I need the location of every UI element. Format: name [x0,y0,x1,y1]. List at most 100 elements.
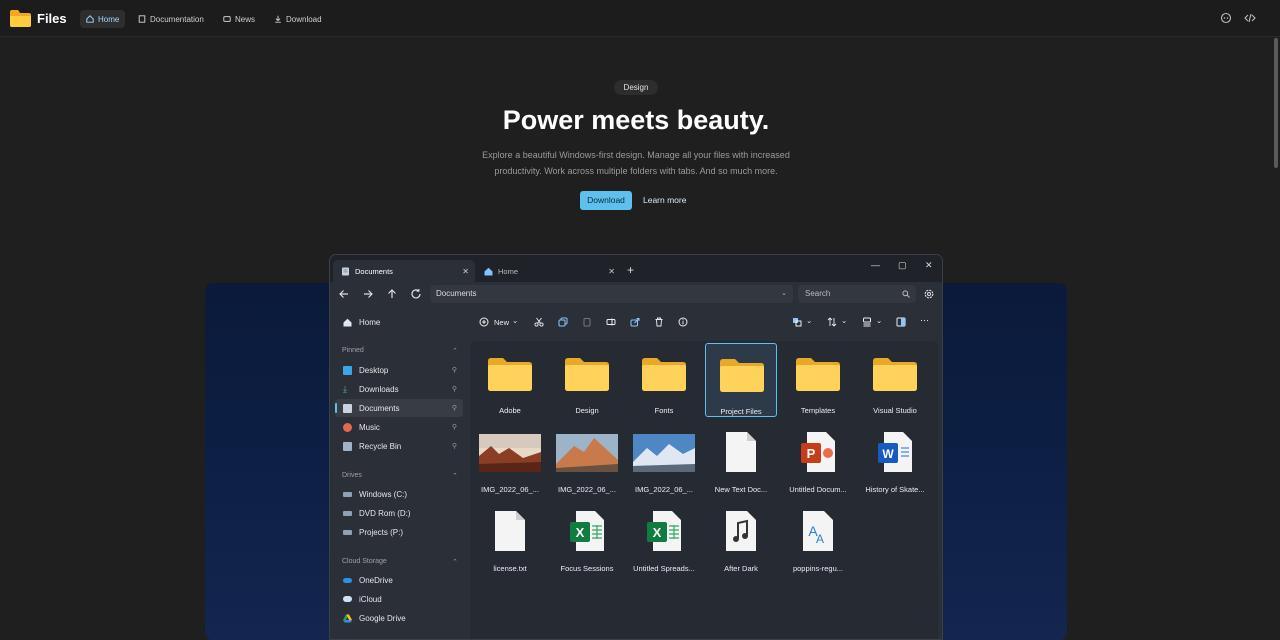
page-scrollbar[interactable] [1274,38,1278,168]
new-button[interactable]: New [494,318,509,327]
copy-icon[interactable] [558,317,568,327]
close-tab-icon[interactable]: ✕ [608,267,615,276]
chevron-down-icon[interactable]: ⌄ [512,316,518,325]
code-icon[interactable] [1244,12,1256,24]
hero-description-line-1: Explore a beautiful Windows-first design… [482,150,790,160]
minimize-icon[interactable]: — [871,260,880,270]
group-icon[interactable] [862,317,872,327]
file-item[interactable]: IMG_2022_06_... [474,422,546,496]
sidebar-item-desktop[interactable]: Desktop ⚲ [335,361,463,379]
file-item-label: IMG_2022_06_... [481,485,539,494]
nav-download[interactable]: Download [268,10,328,28]
file-item[interactable]: Templates [782,343,854,417]
drive-icon [343,529,352,535]
folder-icon [488,358,532,391]
sidebar-item-google-drive[interactable]: Google Drive [335,609,463,627]
file-item[interactable]: A A poppins-regu... [782,501,854,575]
chevron-down-icon[interactable]: ⌄ [841,316,847,325]
google-drive-icon [343,614,352,622]
learn-more-link[interactable]: Learn more [643,191,686,210]
share-icon[interactable] [630,317,640,327]
file-item[interactable]: Adobe [474,343,546,417]
file-item-label: Design [575,406,599,415]
discord-icon[interactable] [1220,12,1232,24]
sidebar-item-music[interactable]: Music ⚲ [335,418,463,436]
gear-icon[interactable] [923,288,935,300]
pin-icon[interactable]: ⚲ [452,385,457,393]
file-item[interactable]: Project Files [705,343,777,417]
sort-icon[interactable] [827,317,837,327]
chevron-up-icon[interactable]: ⌃ [452,472,458,480]
properties-icon[interactable] [678,317,688,327]
sidebar-section-label: Pinned [342,347,364,354]
chevron-up-icon[interactable]: ⌃ [452,558,458,566]
file-item[interactable]: After Dark [705,501,777,575]
back-icon[interactable] [338,288,350,300]
sidebar-section-cloud[interactable]: Cloud Storage ⌃ [342,558,458,566]
nav-documentation[interactable]: Documentation [132,10,210,28]
files-logo-icon[interactable] [10,10,31,27]
file-item[interactable]: IMG_2022_06_... [628,422,700,496]
file-item[interactable]: Visual Studio [859,343,931,417]
sidebar-item-windows-c[interactable]: Windows (C:) [335,485,463,503]
more-options-icon[interactable]: ⋯ [920,315,929,326]
close-window-icon[interactable]: ✕ [925,260,933,271]
paste-icon[interactable] [582,317,592,327]
maximize-icon[interactable]: ▢ [898,260,907,271]
pin-icon[interactable]: ⚲ [452,404,457,412]
file-item[interactable]: X Focus Sessions [551,501,623,575]
tab-home[interactable]: Home ✕ [476,260,621,282]
nav-news[interactable]: News [217,10,261,28]
search-placeholder: Search [805,289,831,298]
brand-name[interactable]: Files [37,11,67,26]
chevron-down-icon[interactable]: ⌄ [876,316,882,325]
pin-icon[interactable]: ⚲ [452,442,457,450]
sidebar-item-recycle-bin[interactable]: Recycle Bin ⚲ [335,437,463,455]
sidebar-item-label: Documents [359,403,400,413]
cut-icon[interactable] [534,317,544,327]
pin-icon[interactable]: ⚲ [452,423,457,431]
forward-icon[interactable] [362,288,374,300]
file-item[interactable]: IMG_2022_06_... [551,422,623,496]
close-tab-icon[interactable]: ✕ [462,267,469,276]
pin-icon[interactable]: ⚲ [452,366,457,374]
sidebar-section-drives[interactable]: Drives ⌃ [342,472,458,480]
sidebar-item-label: Home [359,317,381,327]
tab-documents-label: Documents [355,266,393,276]
preview-pane-icon[interactable] [896,317,906,327]
tab-documents[interactable]: Documents ✕ [333,260,475,282]
sidebar-item-documents[interactable]: Documents ⚲ [335,399,463,417]
file-item[interactable]: New Text Doc... [705,422,777,496]
new-icon[interactable] [479,317,489,327]
svg-text:A: A [816,532,824,546]
file-item[interactable]: license.txt [474,501,546,575]
refresh-icon[interactable] [410,288,422,300]
file-item[interactable]: X Untitled Spreads... [628,501,700,575]
sidebar-item-dvd-rom-d[interactable]: DVD Rom (D:) [335,504,463,522]
download-button[interactable]: Download [580,191,632,210]
delete-icon[interactable] [654,317,664,327]
sidebar-section-pinned[interactable]: Pinned ⌃ [342,347,458,355]
sidebar-item-icloud[interactable]: iCloud [335,590,463,608]
new-tab-icon[interactable]: + [627,263,634,277]
chevron-down-icon[interactable]: ⌄ [781,285,787,303]
sidebar-item-projects-p[interactable]: Projects (P:) [335,523,463,541]
file-item[interactable]: W History of Skate... [859,422,931,496]
rename-icon[interactable] [606,317,616,327]
address-bar[interactable]: Documents ⌄ [430,285,793,303]
file-item-label: Templates [800,406,836,415]
up-icon[interactable] [386,288,398,300]
sidebar-item-onedrive[interactable]: OneDrive [335,571,463,589]
file-item[interactable]: Fonts [628,343,700,417]
chevron-up-icon[interactable]: ⌃ [452,347,458,355]
search-input[interactable]: Search [798,285,916,303]
chevron-down-icon[interactable]: ⌄ [806,316,812,325]
sidebar-item-label: OneDrive [359,575,393,585]
nav-home[interactable]: Home [80,10,126,28]
file-item[interactable]: P Untitled Docum... [782,422,854,496]
sidebar-item-label: Recycle Bin [359,441,402,451]
file-item[interactable]: Design [551,343,623,417]
sidebar-item-downloads[interactable]: ⤓ Downloads ⚲ [335,380,463,398]
sidebar-item-home[interactable]: Home [335,313,463,331]
sort-by-type-icon[interactable] [792,317,802,327]
